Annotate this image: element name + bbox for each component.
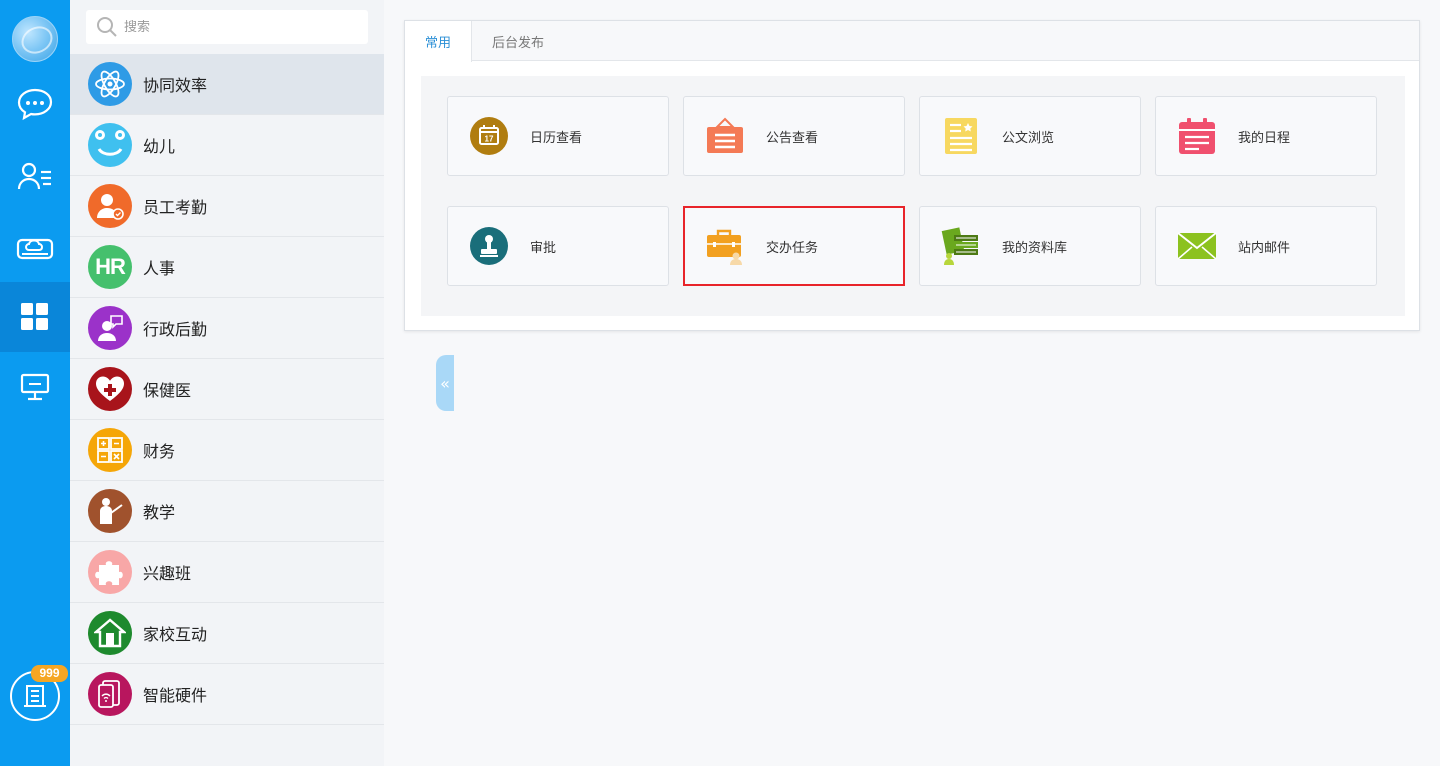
user-avatar[interactable] bbox=[12, 16, 58, 62]
category-label: 家校互动 bbox=[143, 625, 208, 644]
left-rail: 999 bbox=[0, 0, 70, 766]
app-label: 交办任务 bbox=[766, 240, 819, 256]
tab-common[interactable]: 常用 bbox=[405, 21, 473, 62]
app-card-approval[interactable]: 审批 bbox=[447, 206, 669, 286]
house-icon bbox=[88, 611, 132, 655]
document-icon bbox=[940, 115, 982, 157]
category-label: 保健医 bbox=[143, 381, 192, 400]
mail-icon bbox=[1176, 225, 1218, 267]
category-item-smart-hardware[interactable]: 智能硬件 bbox=[70, 664, 384, 725]
app-card-assigned-tasks[interactable]: 交办任务 bbox=[683, 206, 905, 286]
category-item-teaching[interactable]: 教学 bbox=[70, 481, 384, 542]
category-label: 财务 bbox=[143, 442, 176, 461]
admin-service-icon bbox=[88, 306, 132, 350]
app-label: 审批 bbox=[530, 240, 557, 256]
puzzle-icon bbox=[88, 550, 132, 594]
category-label: 人事 bbox=[143, 259, 176, 278]
category-list: 协同效率 幼儿 员工考勤 HR 人事 行政后勤 保健医 财务 教学 兴趣班 家校… bbox=[70, 54, 384, 725]
category-item-home-school[interactable]: 家校互动 bbox=[70, 603, 384, 664]
atom-icon bbox=[88, 62, 132, 106]
category-label: 兴趣班 bbox=[143, 564, 192, 583]
apps-grid-icon[interactable] bbox=[0, 282, 70, 352]
stamp-icon bbox=[468, 225, 510, 267]
smart-device-icon bbox=[88, 672, 132, 716]
app-card-mail[interactable]: 站内邮件 bbox=[1155, 206, 1377, 286]
tab-bar: 常用 后台发布 bbox=[405, 21, 1419, 62]
search-box[interactable] bbox=[86, 10, 368, 44]
category-item-kids[interactable]: 幼儿 bbox=[70, 115, 384, 176]
category-item-hr[interactable]: HR 人事 bbox=[70, 237, 384, 298]
category-label: 智能硬件 bbox=[143, 686, 208, 705]
category-label: 教学 bbox=[143, 503, 176, 522]
teacher-icon bbox=[88, 489, 132, 533]
monitor-icon[interactable] bbox=[0, 352, 70, 422]
cloud-drive-icon[interactable] bbox=[0, 212, 70, 282]
app-card-calendar[interactable]: 17 日历查看 bbox=[447, 96, 669, 176]
double-chevron-left-icon: « bbox=[440, 373, 450, 393]
briefcase-icon bbox=[704, 225, 746, 267]
app-label: 公告查看 bbox=[766, 130, 819, 146]
app-label: 我的日程 bbox=[1238, 130, 1291, 146]
announcement-icon bbox=[704, 115, 746, 157]
app-card-announcement[interactable]: 公告查看 bbox=[683, 96, 905, 176]
app-label: 我的资料库 bbox=[1002, 240, 1068, 256]
library-icon bbox=[940, 225, 982, 267]
contacts-icon[interactable] bbox=[0, 141, 70, 211]
search-input[interactable] bbox=[124, 19, 354, 35]
category-sidebar: 协同效率 幼儿 员工考勤 HR 人事 行政后勤 bbox=[70, 0, 454, 766]
category-item-collaboration[interactable]: 协同效率 bbox=[70, 54, 384, 115]
app-grid: 17 日历查看 公告查看 公文浏览 我的日程 审批 交办任务 我的资料库 站内邮… bbox=[421, 76, 1405, 316]
tab-backend-publish[interactable]: 后台发布 bbox=[472, 21, 564, 61]
app-card-schedule[interactable]: 我的日程 bbox=[1155, 96, 1377, 176]
schedule-icon bbox=[1176, 115, 1218, 157]
category-item-health[interactable]: 保健医 bbox=[70, 359, 384, 420]
app-label: 公文浏览 bbox=[1002, 130, 1055, 146]
category-label: 行政后勤 bbox=[143, 320, 208, 339]
notification-badge: 999 bbox=[31, 665, 68, 682]
category-item-interest-class[interactable]: 兴趣班 bbox=[70, 542, 384, 603]
smiley-icon bbox=[88, 123, 132, 167]
category-label: 协同效率 bbox=[143, 76, 208, 95]
category-label: 幼儿 bbox=[143, 137, 176, 156]
app-label: 日历查看 bbox=[530, 130, 583, 146]
hr-icon: HR bbox=[88, 245, 132, 289]
collapse-sidebar-button[interactable]: « bbox=[436, 355, 454, 411]
app-card-document[interactable]: 公文浏览 bbox=[919, 96, 1141, 176]
app-card-library[interactable]: 我的资料库 bbox=[919, 206, 1141, 286]
employee-clock-icon bbox=[88, 184, 132, 228]
svg-text:17: 17 bbox=[485, 135, 494, 144]
category-item-finance[interactable]: 财务 bbox=[70, 420, 384, 481]
search-icon bbox=[97, 17, 117, 37]
heart-cross-icon bbox=[88, 367, 132, 411]
category-label: 员工考勤 bbox=[143, 198, 208, 217]
app-label: 站内邮件 bbox=[1238, 240, 1291, 256]
category-item-attendance[interactable]: 员工考勤 bbox=[70, 176, 384, 237]
category-item-admin[interactable]: 行政后勤 bbox=[70, 298, 384, 359]
calendar-icon: 17 bbox=[468, 115, 510, 157]
calculator-icon bbox=[88, 428, 132, 472]
chat-icon[interactable] bbox=[0, 69, 70, 139]
app-panel: 常用 后台发布 17 日历查看 公告查看 公文浏览 我的日程 审批 交办任务 我… bbox=[404, 20, 1420, 331]
